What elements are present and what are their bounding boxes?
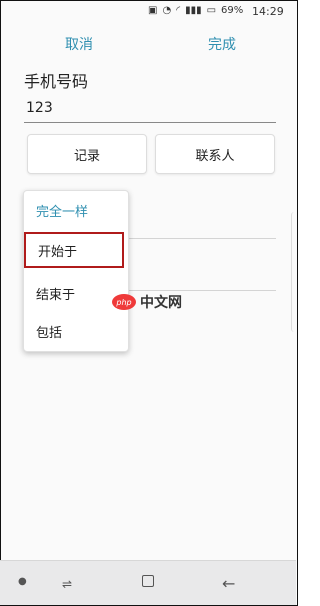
record-button[interactable]: 记录 [27,134,147,174]
phone-input-value[interactable]: 123 [26,100,53,116]
home-icon[interactable] [142,575,154,587]
menu-item-exact[interactable]: 完全一样 [24,191,128,229]
alarm-icon: ◔ [162,5,172,16]
navigation-bar: ● ⇌ ← [0,560,296,605]
menu-dot-icon[interactable]: ● [18,576,27,587]
background-divider [126,290,276,291]
recent-apps-icon[interactable]: ⇌ [62,577,72,591]
header-actions: 取消 完成 [0,30,296,58]
status-bar: ▣ ◔ ◜ ▮▮▮ ▭ 69% 14:29 [0,0,296,24]
watermark-text: 中文网 [140,295,182,311]
back-icon[interactable]: ← [222,574,235,593]
match-type-menu: 完全一样 开始于 结束于 包括 [23,190,129,352]
battery-label: 69% [221,5,244,16]
background-divider [126,238,276,239]
watermark: php 中文网 [112,292,182,312]
wifi-icon: ◜ [176,5,181,16]
menu-item-contains[interactable]: 包括 [24,312,128,350]
contacts-button[interactable]: 联系人 [155,134,275,174]
menu-item-starts-with[interactable]: 开始于 [24,232,124,268]
signal-icon: ▮▮▮ [185,5,202,16]
status-icons: ▣ ◔ ◜ ▮▮▮ ▭ 69% [148,5,243,16]
done-button[interactable]: 完成 [208,34,236,54]
notification-icon: ▣ [148,5,158,16]
battery-icon: ▭ [206,5,217,16]
scroll-handle[interactable] [291,212,298,332]
field-title: 手机号码 [24,72,89,91]
php-logo-icon: php [112,294,136,310]
status-time: 14:29 [252,5,284,18]
cancel-button[interactable]: 取消 [65,34,93,54]
phone-input[interactable]: 123 [24,96,276,123]
